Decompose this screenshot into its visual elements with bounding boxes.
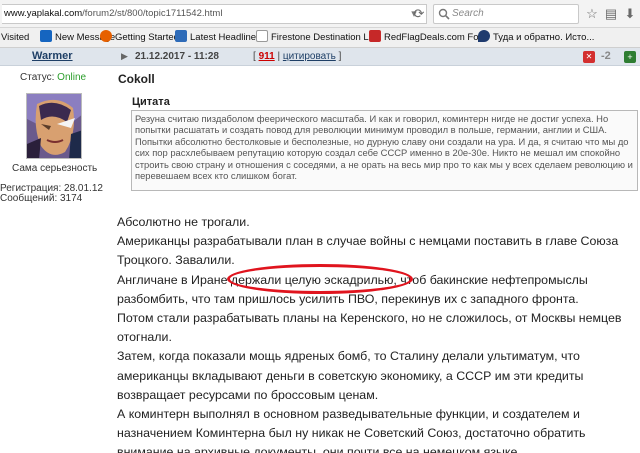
post-number-link[interactable]: 911: [259, 51, 275, 62]
bookmark-tuda-obratno[interactable]: Туда и обратно. Исто...: [478, 28, 595, 47]
rfd-icon: [369, 30, 381, 42]
bookmark-redflagdeals[interactable]: RedFlagDeals.com For...: [369, 28, 490, 47]
url-host: www.yaplakal.com: [4, 8, 83, 19]
user-messages: Сообщений: 3174: [0, 193, 83, 204]
download-icon[interactable]: ⬇: [621, 5, 639, 23]
post-date: 21.12.2017 - 11:28: [135, 51, 219, 62]
rss-icon: [175, 30, 187, 42]
bookmark-firestone[interactable]: Firestone Destination L...: [256, 28, 377, 47]
status-value: Online: [57, 72, 87, 83]
user-title: Сама серьезность: [12, 163, 98, 174]
bookmark-label: Getting Started: [115, 32, 179, 43]
bookmarks-bar: Visited New Message Getting Started Late…: [0, 28, 640, 48]
post-number-wrapper: [ 911 | цитировать ]: [253, 51, 342, 62]
bookmark-label: Latest Headlines: [190, 32, 261, 43]
post-arrow-icon: ▶: [121, 51, 128, 61]
bookmark-label: Visited: [1, 32, 30, 43]
quote-label: Цитата: [132, 96, 170, 108]
reload-icon[interactable]: ⟳: [410, 5, 428, 23]
rating-minus-icon[interactable]: ✕: [583, 51, 595, 63]
bookmark-getting-started[interactable]: Getting Started: [100, 28, 179, 47]
user-status: Статус: Online: [20, 72, 86, 83]
quote-box: Резуна считаю пиздаболом феерического ма…: [131, 110, 638, 191]
quote-author: Cokoll: [118, 72, 155, 86]
post-paragraph: А коминтерн выполнял в основном разведыв…: [117, 407, 586, 453]
post-paragraph: Американцы разрабатывали план в случае в…: [117, 234, 619, 268]
post-paragraph: Абсолютно не трогали.: [117, 215, 250, 229]
status-label: Статус:: [20, 72, 55, 83]
avatar-image: [27, 94, 81, 158]
bookmark-visited[interactable]: Visited: [1, 28, 30, 47]
outlook-icon: [40, 30, 52, 42]
user-panel: Статус: Online Сама серьезность Регистра…: [0, 66, 108, 453]
star-icon[interactable]: ☆: [583, 5, 601, 23]
post-paragraph: Англичане в Иране держали целую эскадрил…: [117, 272, 588, 306]
post-rating: -2: [601, 50, 611, 62]
clipboard-icon[interactable]: ▤: [602, 5, 620, 23]
rating-plus-icon[interactable]: +: [624, 51, 636, 63]
firefox-icon: [100, 30, 112, 42]
post-author-link[interactable]: Warmer: [32, 50, 73, 62]
page-icon: [256, 30, 268, 42]
quote-link[interactable]: цитировать: [283, 51, 336, 62]
post-header: Warmer ▶ 21.12.2017 - 11:28 [ 911 | цити…: [0, 48, 640, 66]
search-placeholder: Search: [452, 8, 484, 19]
post-text: Абсолютно не трогали. Американцы разраба…: [117, 213, 637, 453]
post-body: Cokoll Цитата Резуна считаю пиздаболом ф…: [117, 66, 640, 453]
bookmark-label: Firestone Destination L...: [271, 32, 377, 43]
bookmark-latest-headlines[interactable]: Latest Headlines: [175, 28, 261, 47]
post-paragraph: Потом стали разрабатывать планы на Керен…: [117, 311, 622, 345]
search-input[interactable]: Search: [433, 4, 579, 24]
post-paragraph: Затем, когда показали мощь ядреных бомб,…: [117, 349, 584, 402]
search-icon: [438, 8, 450, 20]
browser-toolbar: www.yaplakal.com/forum2/st/800/topic1711…: [0, 0, 640, 28]
bookmark-label: Туда и обратно. Исто...: [493, 32, 595, 43]
pin-icon: [478, 30, 490, 42]
url-bar[interactable]: www.yaplakal.com/forum2/st/800/topic1711…: [2, 4, 427, 24]
url-path: /forum2/st/800/topic1711542.html: [82, 8, 223, 19]
avatar[interactable]: [26, 93, 82, 159]
bookmark-label: RedFlagDeals.com For...: [384, 32, 490, 43]
